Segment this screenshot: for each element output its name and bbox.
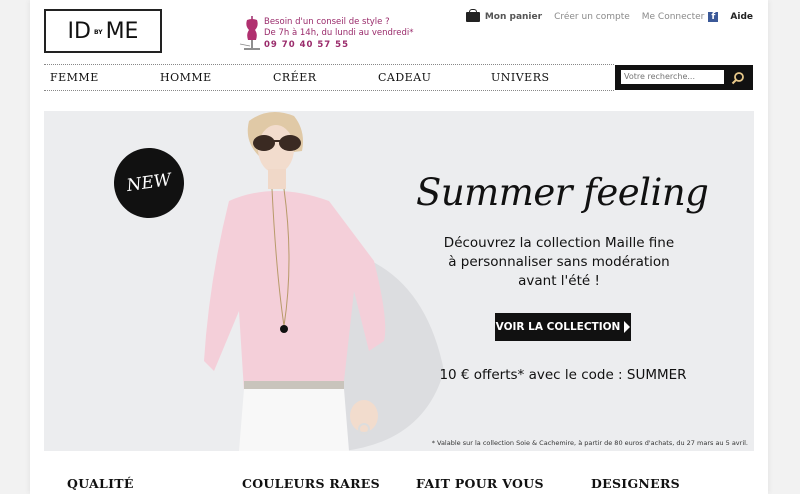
- feature-made-for-you[interactable]: FAIT POUR VOUS: [416, 476, 544, 491]
- search-input[interactable]: [621, 70, 724, 84]
- feature-rare-colors[interactable]: COULEURS RARES: [242, 476, 380, 491]
- logo[interactable]: ID BY ME: [44, 9, 162, 53]
- hero-description: Découvrez la collection Maille fine à pe…: [439, 234, 679, 291]
- cart-link[interactable]: Mon panier: [485, 12, 542, 22]
- search-box: [615, 65, 753, 90]
- hero-description-line-3: avant l'été !: [518, 273, 600, 289]
- promo-fine-print: * Valable sur la collection Soie & Cache…: [431, 439, 748, 447]
- logo-text-by: BY: [93, 28, 103, 36]
- nav-item-creer[interactable]: CRÉER: [273, 71, 317, 84]
- arrow-right-icon: [624, 321, 631, 333]
- create-account-link[interactable]: Créer un compte: [554, 12, 630, 22]
- help-link[interactable]: Aide: [730, 12, 753, 22]
- nav-item-homme[interactable]: HOMME: [160, 71, 212, 84]
- style-helpline: Besoin d'un conseil de style ? De 7h à 1…: [238, 14, 458, 54]
- feature-designers[interactable]: DESIGNERS: [591, 476, 680, 491]
- helpline-phone[interactable]: 09 70 40 57 55: [264, 40, 349, 50]
- hero-description-line-1: Découvrez la collection Maille fine: [443, 235, 675, 251]
- promo-offer: 10 € offerts* avec le code : SUMMER: [439, 367, 687, 383]
- main-nav: FEMME HOMME CRÉER CADEAU UNIVERS: [44, 64, 614, 91]
- login-link[interactable]: Me Connecter: [642, 12, 705, 22]
- account-links: Mon panier Créer un compte Me Connecter …: [465, 9, 753, 24]
- shopping-bag-icon[interactable]: [465, 9, 480, 22]
- helpline-question: Besoin d'un conseil de style ?: [264, 17, 390, 27]
- view-collection-label: VOIR LA COLLECTION: [495, 321, 621, 333]
- hero-description-line-2: à personnaliser sans modération: [448, 254, 670, 270]
- search-icon[interactable]: [729, 69, 747, 87]
- helpline-hours: De 7h à 14h, du lundi au vendredi*: [264, 28, 414, 38]
- hero-banner[interactable]: NEW Summer feeling Découvrez la collecti…: [44, 111, 754, 451]
- feature-strip: QUALITÉ COULEURS RARES FAIT POUR VOUS DE…: [44, 474, 754, 494]
- logo-text-me: ME: [105, 18, 139, 44]
- logo-text-id: ID: [67, 18, 91, 44]
- facebook-icon[interactable]: f: [708, 12, 719, 22]
- view-collection-button[interactable]: VOIR LA COLLECTION: [495, 313, 631, 341]
- nav-item-femme[interactable]: FEMME: [50, 71, 99, 84]
- feature-quality[interactable]: QUALITÉ: [67, 476, 134, 491]
- nav-item-cadeau[interactable]: CADEAU: [378, 71, 431, 84]
- page: ID BY ME Besoin d'un conseil de style ? …: [30, 0, 768, 494]
- hero-title: Summer feeling: [416, 171, 709, 214]
- dress-form-icon: [239, 16, 260, 50]
- nav-item-univers[interactable]: UNIVERS: [491, 71, 550, 84]
